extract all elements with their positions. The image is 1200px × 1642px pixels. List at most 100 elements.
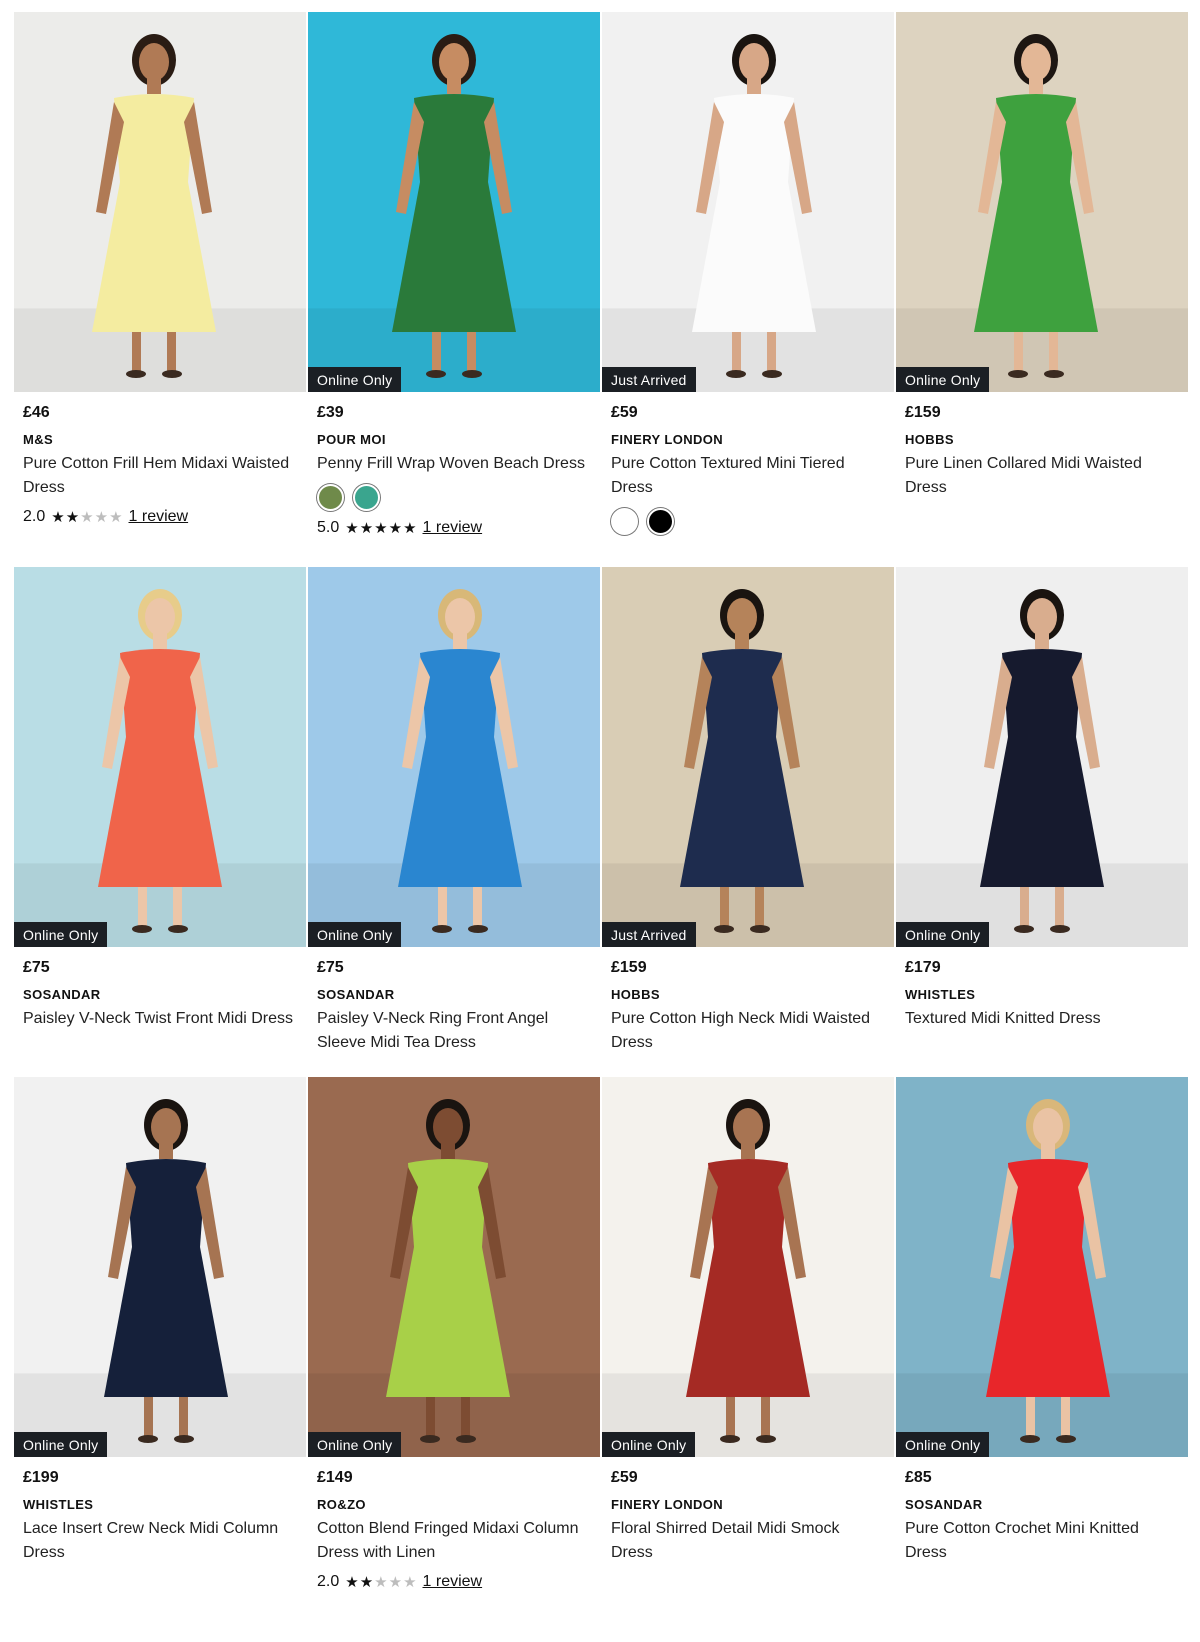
product-name[interactable]: Cotton Blend Fringed Midaxi Column Dress…: [317, 1517, 591, 1565]
product-price: £199: [23, 1469, 59, 1486]
product-name[interactable]: Pure Cotton High Neck Midi Waisted Dress: [611, 1007, 885, 1055]
product-image[interactable]: Online Only: [896, 1077, 1188, 1457]
product-info: £179 WHISTLES Textured Midi Knitted Dress: [896, 947, 1188, 1031]
product-image[interactable]: Online Only: [896, 12, 1188, 392]
colour-swatches: [611, 508, 885, 535]
product-info: £199 WHISTLES Lace Insert Crew Neck Midi C…: [14, 1457, 306, 1565]
product-photo-graphic: [896, 1077, 1188, 1457]
colour-swatch[interactable]: [353, 484, 380, 511]
star-icon: ★: [403, 1574, 417, 1591]
star-icon: ★: [388, 520, 403, 537]
star-icon: ★: [80, 509, 94, 526]
product-photo-graphic: [602, 567, 894, 947]
product-brand: FINERY LONDON: [611, 432, 724, 447]
product-info: £75 SOSANDAR Paisley V-Neck Ring Front Ang…: [308, 947, 600, 1055]
product-image[interactable]: Just Arrived: [602, 12, 894, 392]
product-price: £85: [905, 1469, 932, 1486]
product-brand: M&S: [23, 432, 54, 447]
product-price: £75: [23, 959, 50, 976]
star-icon: ★: [374, 1574, 388, 1591]
product-badge: Just Arrived: [602, 367, 696, 392]
product-brand: SOSANDAR: [317, 987, 395, 1002]
product-info: £75 SOSANDAR Paisley V-Neck Twist Front Mi…: [14, 947, 306, 1031]
product-image[interactable]: Online Only: [14, 567, 306, 947]
rating-value: 5.0: [317, 519, 340, 536]
product-badge: Online Only: [14, 1432, 108, 1457]
colour-swatches: [317, 484, 591, 511]
product-price: £159: [905, 404, 941, 421]
product-name[interactable]: Pure Cotton Textured Mini Tiered Dress: [611, 452, 885, 500]
product-rating: 2.0 ★ ★ ★ ★ ★ 1 review: [23, 508, 297, 526]
product-name[interactable]: Pure Linen Collared Midi Waisted Dress: [905, 452, 1179, 500]
product-name[interactable]: Pure Cotton Frill Hem Midaxi Waisted Dre…: [23, 452, 297, 500]
product-card[interactable]: Online Only £85 SOSANDAR Pure Cotton Croche…: [896, 1077, 1188, 1597]
product-photo-graphic: [602, 12, 894, 392]
product-brand: WHISTLES: [905, 987, 976, 1002]
product-brand: WHISTLES: [23, 1497, 94, 1512]
product-card[interactable]: Online Only £75 SOSANDAR Paisley V-Neck Rin…: [308, 567, 600, 1077]
rating-value: 2.0: [317, 1573, 340, 1590]
product-price: £46: [23, 404, 50, 421]
review-link[interactable]: 1 review: [423, 1573, 483, 1591]
product-card[interactable]: Online Only £149 RO&ZO Cotton Blend Fringed…: [308, 1077, 600, 1597]
product-image[interactable]: Online Only: [308, 1077, 600, 1457]
product-brand: SOSANDAR: [905, 1497, 983, 1512]
review-link[interactable]: 1 review: [129, 508, 189, 526]
star-icon: ★: [388, 1574, 403, 1591]
product-badge: Just Arrived: [602, 922, 696, 947]
product-price: £75: [317, 959, 344, 976]
star-icon: ★: [403, 520, 417, 537]
product-badge: Online Only: [308, 367, 402, 392]
product-grid: £46 M&S Pure Cotton Frill Hem Midaxi Waist…: [14, 12, 1190, 1597]
product-price: £159: [611, 959, 647, 976]
product-card[interactable]: Just Arrived £159 HOBBS Pure Cotton High Ne…: [602, 567, 894, 1077]
product-info: £159 HOBBS Pure Linen Collared Midi Waiste…: [896, 392, 1188, 500]
product-card[interactable]: Just Arrived £59 FINERY LONDON Pure Cotton …: [602, 12, 894, 567]
product-image[interactable]: Online Only: [896, 567, 1188, 947]
product-info: £39 POUR MOI Penny Frill Wrap Woven Beach …: [308, 392, 600, 537]
product-image[interactable]: Online Only: [14, 1077, 306, 1457]
product-brand: HOBBS: [611, 987, 660, 1002]
product-image[interactable]: [14, 12, 306, 392]
product-price: £39: [317, 404, 344, 421]
review-link[interactable]: 1 review: [423, 519, 483, 537]
product-card[interactable]: Online Only £179 WHISTLES Textured Midi Kni…: [896, 567, 1188, 1077]
product-name[interactable]: Penny Frill Wrap Woven Beach Dress: [317, 452, 591, 476]
star-icon: ★: [359, 1574, 374, 1591]
product-image[interactable]: Just Arrived: [602, 567, 894, 947]
product-info: £59 FINERY LONDON Pure Cotton Textured Min…: [602, 392, 894, 535]
product-badge: Online Only: [896, 1432, 990, 1457]
product-brand: POUR MOI: [317, 432, 386, 447]
product-image[interactable]: Online Only: [602, 1077, 894, 1457]
product-photo-graphic: [896, 12, 1188, 392]
product-brand: HOBBS: [905, 432, 954, 447]
product-card[interactable]: Online Only £199 WHISTLES Lace Insert Crew …: [14, 1077, 306, 1597]
product-name[interactable]: Paisley V-Neck Ring Front Angel Sleeve M…: [317, 1007, 591, 1055]
product-card[interactable]: Online Only £59 FINERY LONDON Floral Shirre…: [602, 1077, 894, 1597]
colour-swatch[interactable]: [611, 508, 638, 535]
product-name[interactable]: Lace Insert Crew Neck Midi Column Dress: [23, 1517, 297, 1565]
product-price: £179: [905, 959, 941, 976]
product-brand: SOSANDAR: [23, 987, 101, 1002]
product-name[interactable]: Floral Shirred Detail Midi Smock Dress: [611, 1517, 885, 1565]
product-photo-graphic: [14, 1077, 306, 1457]
product-name[interactable]: Paisley V-Neck Twist Front Midi Dress: [23, 1007, 297, 1031]
product-photo-graphic: [602, 1077, 894, 1457]
product-name[interactable]: Pure Cotton Crochet Mini Knitted Dress: [905, 1517, 1179, 1565]
product-badge: Online Only: [14, 922, 108, 947]
product-info: £149 RO&ZO Cotton Blend Fringed Midaxi Col…: [308, 1457, 600, 1591]
product-card[interactable]: Online Only £75 SOSANDAR Paisley V-Neck Twi…: [14, 567, 306, 1077]
product-card[interactable]: £46 M&S Pure Cotton Frill Hem Midaxi Waist…: [14, 12, 306, 567]
product-image[interactable]: Online Only: [308, 567, 600, 947]
product-badge: Online Only: [308, 922, 402, 947]
product-info: £85 SOSANDAR Pure Cotton Crochet Mini Knit…: [896, 1457, 1188, 1565]
product-name[interactable]: Textured Midi Knitted Dress: [905, 1007, 1179, 1031]
colour-swatch[interactable]: [647, 508, 674, 535]
product-card[interactable]: Online Only £159 HOBBS Pure Linen Collared …: [896, 12, 1188, 567]
rating-stars: ★ ★ ★ ★ ★: [345, 1573, 416, 1591]
colour-swatch[interactable]: [317, 484, 344, 511]
rating-value: 2.0: [23, 508, 46, 525]
product-card[interactable]: Online Only £39 POUR MOI Penny Frill Wrap W…: [308, 12, 600, 567]
star-icon: ★: [374, 520, 388, 537]
product-image[interactable]: Online Only: [308, 12, 600, 392]
